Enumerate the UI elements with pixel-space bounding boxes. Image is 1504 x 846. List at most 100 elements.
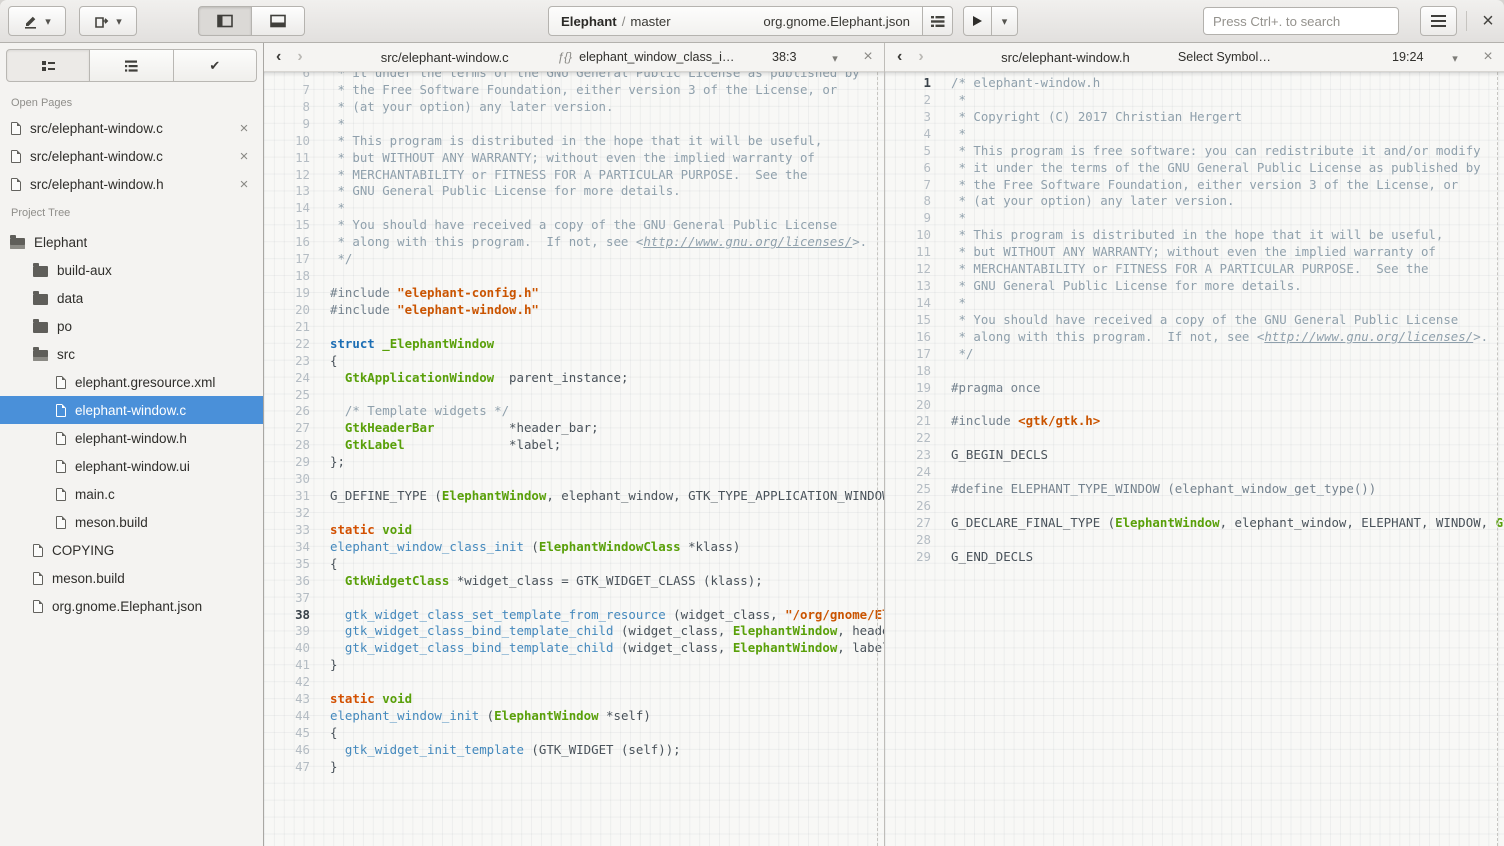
code-line[interactable]: * it under the terms of the GNU General … [951,160,1504,177]
code-line[interactable]: GtkWidgetClass *widget_class = GTK_WIDGE… [330,573,884,590]
code-line[interactable]: * the Free Software Foundation, either v… [330,82,884,99]
code-line[interactable]: * along with this program. If not, see <… [330,234,884,251]
code-line[interactable] [951,430,1504,447]
code-line[interactable]: G_DECLARE_FINAL_TYPE (ElephantWindow, el… [951,515,1504,532]
tree-item[interactable]: data [0,284,263,312]
code-line[interactable]: #include <gtk/gtk.h> [951,413,1504,430]
menu-button[interactable] [1420,6,1457,36]
symbol-caret-icon[interactable] [818,50,852,65]
code-line[interactable]: /* elephant-window.h [951,75,1504,92]
code-line[interactable] [330,268,884,285]
close-document-button[interactable] [1472,48,1504,66]
sidebar-tab-check[interactable] [173,49,257,82]
code-editor-h[interactable]: 1234567891011121314151617181920212223242… [885,72,1504,846]
code-line[interactable]: static void [330,691,884,708]
code-line[interactable]: * but WITHOUT ANY WARRANTY; without even… [330,150,884,167]
tree-item[interactable]: elephant-window.h [0,424,263,452]
tree-item[interactable]: po [0,312,263,340]
code-line[interactable]: * [330,200,884,217]
tree-item[interactable]: COPYING [0,536,263,564]
code-line[interactable]: * You should have received a copy of the… [951,312,1504,329]
edit-mode-button[interactable] [8,6,66,36]
code-line[interactable]: * MERCHANTABILITY or FITNESS FOR A PARTI… [951,261,1504,278]
code-line[interactable]: #define ELEPHANT_TYPE_WINDOW (elephant_w… [951,481,1504,498]
sidebar-tab-pages[interactable] [6,49,90,82]
code-line[interactable]: G_END_DECLS [951,549,1504,566]
global-search-input[interactable] [1203,7,1399,35]
code-line[interactable]: * GNU General Public License for more de… [951,278,1504,295]
code-line[interactable]: { [330,353,884,370]
code-line[interactable] [951,464,1504,481]
code-line[interactable]: { [330,725,884,742]
open-page-item[interactable]: src/elephant-window.h [0,170,263,198]
code-line[interactable]: static void [330,522,884,539]
code-line[interactable] [330,590,884,607]
code-line[interactable] [951,397,1504,414]
close-page-icon[interactable] [236,120,252,137]
code-line[interactable] [330,387,884,404]
code-line[interactable]: { [330,556,884,573]
history-forward-button[interactable] [918,49,923,65]
code-line[interactable]: * Copyright (C) 2017 Christian Hergert [951,109,1504,126]
close-document-button[interactable] [852,48,884,66]
code-line[interactable]: */ [951,346,1504,363]
open-page-item[interactable]: src/elephant-window.c [0,114,263,142]
code-line[interactable]: } [330,657,884,674]
code-line[interactable] [330,471,884,488]
code-line[interactable]: * along with this program. If not, see <… [951,329,1504,346]
open-document-button[interactable] [79,6,137,36]
symbol-menu-button[interactable]: Select Symbol… [1178,50,1392,64]
code-line[interactable] [330,505,884,522]
code-line[interactable]: * This program is distributed in the hop… [330,133,884,150]
code-line[interactable]: GtkHeaderBar *header_bar; [330,420,884,437]
code-line[interactable]: /* Template widgets */ [330,403,884,420]
code-line[interactable]: gtk_widget_class_bind_template_child (wi… [330,623,884,640]
build-button[interactable] [922,6,953,36]
code-line[interactable]: */ [330,251,884,268]
code-line[interactable]: #include "elephant-window.h" [330,302,884,319]
history-back-button[interactable] [897,49,902,65]
sidebar-tab-tree[interactable] [89,49,173,82]
tree-item[interactable]: src [0,340,263,368]
code-line[interactable]: elephant_window_class_init (ElephantWind… [330,539,884,556]
code-line[interactable]: * [951,210,1504,227]
code-line[interactable]: GtkApplicationWindow parent_instance; [330,370,884,387]
code-line[interactable]: G_DEFINE_TYPE (ElephantWindow, elephant_… [330,488,884,505]
tree-item[interactable]: main.c [0,480,263,508]
tree-item[interactable]: meson.build [0,564,263,592]
code-line[interactable]: } [330,759,884,776]
code-line[interactable]: * it under the terms of the GNU General … [330,72,884,82]
code-line[interactable]: * MERCHANTABILITY or FITNESS FOR A PARTI… [330,167,884,184]
code-line[interactable] [330,319,884,336]
code-line[interactable]: struct _ElephantWindow [330,336,884,353]
code-editor-c[interactable]: 6789101112131415161718192021222324252627… [264,72,884,846]
code-line[interactable] [951,532,1504,549]
code-line[interactable]: * This program is distributed in the hop… [951,227,1504,244]
run-button[interactable] [963,6,992,36]
code-line[interactable]: * but WITHOUT ANY WARRANTY; without even… [951,244,1504,261]
code-line[interactable]: * [951,295,1504,312]
code-line[interactable]: #pragma once [951,380,1504,397]
code-line[interactable]: * [951,92,1504,109]
code-line[interactable]: }; [330,454,884,471]
tree-item[interactable]: Elephant [0,228,263,256]
tree-item[interactable]: meson.build [0,508,263,536]
tree-item[interactable]: org.gnome.Elephant.json [0,592,263,620]
history-forward-button[interactable] [297,49,302,65]
open-page-item[interactable]: src/elephant-window.c [0,142,263,170]
code-line[interactable] [951,498,1504,515]
toggle-left-panel-button[interactable] [198,6,252,36]
symbol-caret-icon[interactable] [1438,50,1472,65]
code-line[interactable]: * the Free Software Foundation, either v… [951,177,1504,194]
tree-item[interactable]: elephant.gresource.xml [0,368,263,396]
code-line[interactable] [951,363,1504,380]
omnibar[interactable]: Elephant/master org.gnome.Elephant.json [548,6,923,36]
code-line[interactable]: GtkLabel *label; [330,437,884,454]
history-back-button[interactable] [276,49,281,65]
close-page-icon[interactable] [236,176,252,193]
code-line[interactable]: * [951,126,1504,143]
code-line[interactable]: * This program is free software: you can… [951,143,1504,160]
toggle-bottom-panel-button[interactable] [251,6,305,36]
close-page-icon[interactable] [236,148,252,165]
code-line[interactable]: gtk_widget_class_set_template_from_resou… [330,607,884,624]
